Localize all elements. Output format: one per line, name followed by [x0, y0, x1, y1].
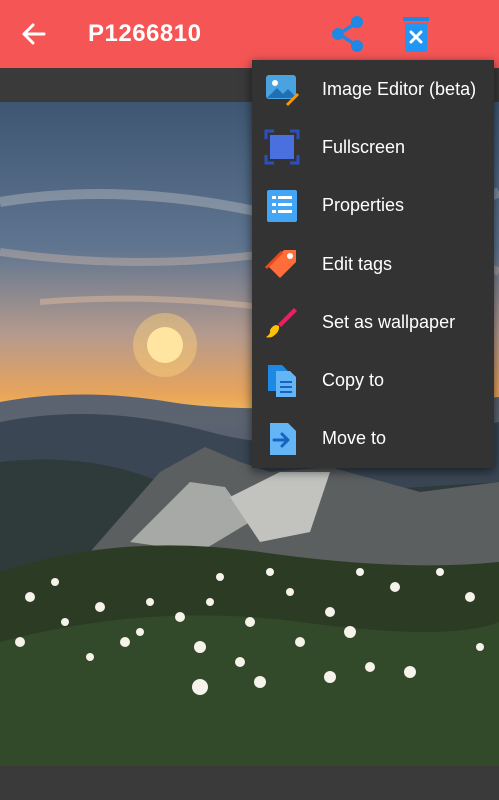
- menu-item-copy-to[interactable]: Copy to: [252, 351, 494, 409]
- brush-icon: [266, 308, 297, 338]
- menu-item-label: Properties: [322, 195, 405, 216]
- trash-icon[interactable]: [400, 14, 432, 54]
- menu-item-label: Fullscreen: [322, 136, 406, 157]
- overflow-menu: Image Editor (beta) Fullscreen Propertie…: [252, 60, 494, 468]
- app-bar: P1266810: [0, 0, 499, 68]
- menu-item-fullscreen[interactable]: Fullscreen: [252, 118, 494, 176]
- menu-item-label: Copy to: [322, 370, 385, 391]
- tag-icon: [264, 250, 296, 279]
- menu-item-image-editor[interactable]: Image Editor (beta): [252, 60, 494, 118]
- move-icon: [270, 422, 296, 455]
- menu-item-label: Move to: [322, 428, 387, 449]
- bottom-bar: [0, 766, 499, 800]
- image-editor-icon: [266, 75, 299, 107]
- fullscreen-icon: [264, 129, 300, 165]
- share-icon[interactable]: [328, 14, 368, 54]
- menu-item-properties[interactable]: Properties: [252, 177, 494, 235]
- menu-item-label: Set as wallpaper: [322, 311, 456, 332]
- page-title: P1266810: [88, 20, 202, 47]
- menu-item-label: Edit tags: [322, 253, 393, 274]
- menu-item-move-to[interactable]: Move to: [252, 410, 494, 468]
- menu-item-edit-tags[interactable]: Edit tags: [252, 235, 494, 293]
- back-arrow-icon[interactable]: [16, 18, 52, 50]
- menu-item-set-wallpaper[interactable]: Set as wallpaper: [252, 293, 494, 351]
- menu-item-label: Image Editor (beta): [322, 78, 477, 99]
- copy-icon: [268, 364, 296, 397]
- properties-icon: [267, 189, 297, 222]
